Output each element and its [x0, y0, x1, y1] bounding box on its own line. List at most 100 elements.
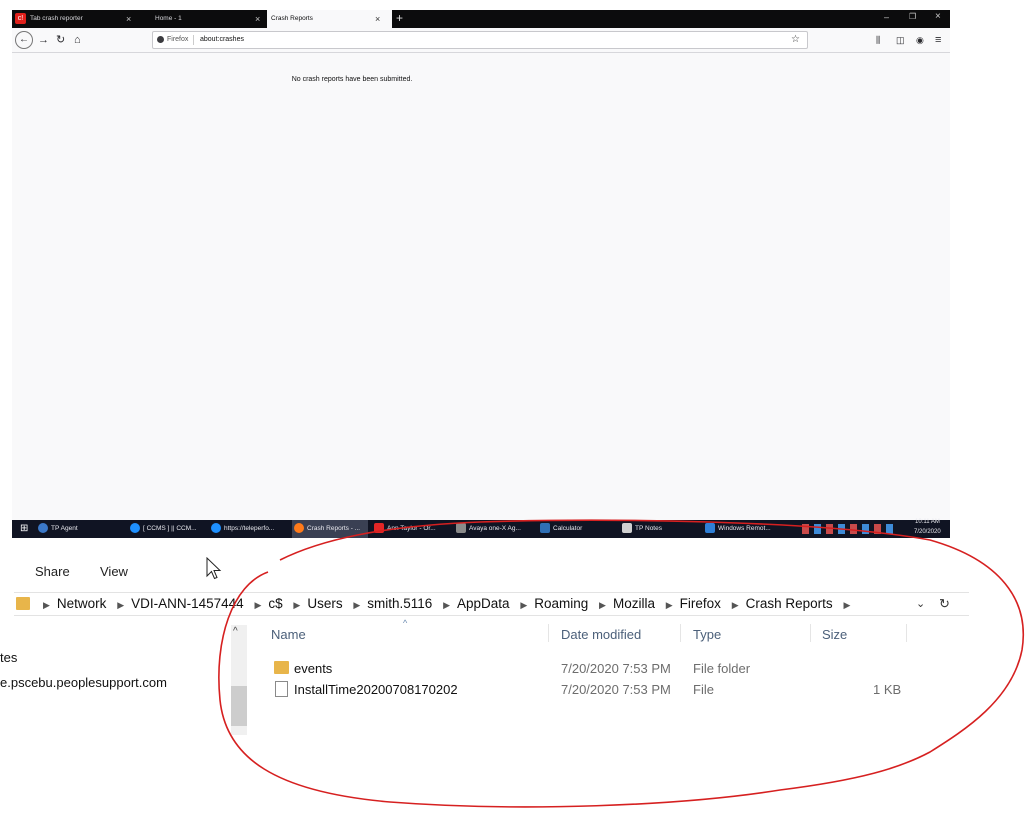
folder-icon — [274, 661, 289, 674]
tab-crash-reports[interactable]: Crash Reports × — [267, 10, 392, 28]
back-button[interactable]: ← — [15, 31, 33, 49]
taskbar-label: TP Notes — [635, 525, 662, 532]
column-header-size[interactable]: Size — [822, 627, 847, 642]
column-header-type[interactable]: Type — [693, 627, 721, 642]
tp-agent-icon — [38, 523, 48, 534]
chevron-right-icon: ▶ — [731, 600, 739, 610]
firefox-window: c! Tab crash reporter × Home - 1 × Crash… — [12, 10, 950, 520]
reload-button[interactable]: ↻ — [56, 32, 65, 48]
windows-taskbar: ⊞ TP Agent [ CCMS ] || CCM... https://te… — [12, 519, 950, 538]
library-icon[interactable]: ⫼ — [876, 32, 880, 48]
taskbar-item-calculator[interactable]: Calculator — [540, 520, 582, 538]
refresh-icon[interactable]: ↻ — [939, 593, 950, 615]
mouse-pointer-icon — [206, 557, 222, 580]
chevron-right-icon: ▶ — [665, 600, 673, 610]
nav-pane-item[interactable]: e.pscebu.peoplesupport.com — [0, 675, 167, 690]
url-text[interactable]: about:crashes — [200, 32, 244, 48]
account-icon[interactable]: ◉ — [916, 32, 924, 48]
chevron-right-icon: ▶ — [843, 600, 851, 610]
tab-label: Crash Reports — [271, 15, 313, 22]
sort-ascending-icon: ^ — [403, 618, 408, 628]
ie-icon — [130, 523, 140, 534]
ribbon-tab-share[interactable]: Share — [35, 564, 70, 579]
tab-strip: c! Tab crash reporter × Home - 1 × Crash… — [12, 10, 950, 28]
menu-icon[interactable]: ≡ — [935, 32, 941, 48]
sidebar-icon[interactable]: ◫ — [896, 32, 905, 48]
ie-icon — [211, 523, 221, 534]
chevron-right-icon: ▶ — [254, 600, 262, 610]
file-name[interactable]: events — [294, 661, 332, 676]
file-date: 7/20/2020 7:53 PM — [561, 682, 671, 697]
chevron-right-icon: ▶ — [443, 600, 451, 610]
no-crash-reports-message: No crash reports have been submitted. — [291, 76, 413, 83]
chevron-right-icon: ▶ — [599, 600, 606, 610]
tab-crash-reporter[interactable]: c! Tab crash reporter × — [12, 10, 145, 28]
chevron-right-icon: ▶ — [293, 600, 301, 610]
file-type: File folder — [693, 661, 751, 676]
scroll-up-icon[interactable]: ^ — [233, 626, 238, 637]
file-name[interactable]: InstallTime20200708170202 — [294, 682, 458, 697]
nav-pane-item[interactable]: tes — [0, 650, 17, 665]
breadcrumb-item[interactable]: AppData — [457, 596, 510, 611]
breadcrumb-item[interactable]: Users — [307, 596, 342, 611]
forward-button[interactable]: → — [38, 32, 49, 48]
taskbar-item-tp-agent[interactable]: TP Agent — [38, 520, 78, 538]
chevron-down-icon[interactable]: ⌄ — [916, 593, 925, 615]
restore-button[interactable]: ❐ — [909, 12, 916, 21]
calculator-icon — [540, 523, 550, 534]
folder-icon — [16, 597, 30, 610]
tab-home[interactable]: Home - 1 × — [145, 10, 267, 28]
file-size: 1 KB — [873, 682, 902, 697]
column-header-name[interactable]: Name — [271, 627, 306, 642]
tab-close-button[interactable]: × — [255, 10, 260, 28]
taskbar-item-ann-taylor[interactable]: Ann Taylor - Or... — [374, 520, 436, 538]
chevron-right-icon: ▶ — [117, 600, 125, 610]
taskbar-label: Windows Remot... — [718, 525, 771, 532]
new-tab-button[interactable]: + — [396, 10, 403, 26]
taskbar-item-windows-remote[interactable]: Windows Remot... — [705, 520, 771, 538]
start-button[interactable]: ⊞ — [20, 520, 28, 538]
chevron-right-icon: ▶ — [353, 600, 361, 610]
taskbar-label: https://teleperfo... — [224, 525, 275, 532]
breadcrumb-item[interactable]: Firefox — [680, 596, 721, 611]
chevron-right-icon: ▶ — [520, 600, 528, 610]
identity-label: Firefox — [167, 36, 189, 43]
url-bar[interactable]: Firefox about:crashes ☆ — [152, 31, 808, 49]
chevron-right-icon: ▶ — [43, 600, 50, 610]
file-date: 7/20/2020 7:53 PM — [561, 661, 671, 676]
tab-label: Home - 1 — [155, 15, 182, 22]
taskbar-item-avaya[interactable]: Avaya one-X Ag... — [456, 520, 521, 538]
bookmark-star-icon[interactable]: ☆ — [791, 32, 800, 48]
system-tray-icons[interactable] — [802, 524, 898, 534]
scrollbar-thumb[interactable] — [231, 686, 247, 726]
breadcrumb-item[interactable]: Roaming — [534, 596, 588, 611]
breadcrumb-item[interactable]: Mozilla — [613, 596, 655, 611]
taskbar-label: Avaya one-X Ag... — [469, 525, 521, 532]
taskbar-item-crash-reports[interactable]: Crash Reports - ... — [292, 520, 368, 538]
breadcrumb-item[interactable]: VDI-ANN-1457444 — [131, 596, 244, 611]
breadcrumb-item[interactable]: Crash Reports — [746, 596, 833, 611]
breadcrumb-item[interactable]: Network — [57, 596, 107, 611]
breadcrumb-item[interactable]: smith.5116 — [367, 596, 432, 611]
column-header-date-modified[interactable]: Date modified — [561, 627, 641, 642]
column-divider — [810, 624, 811, 642]
home-button[interactable]: ⌂ — [74, 32, 81, 48]
crash-reporter-icon: c! — [15, 13, 26, 24]
ribbon-tab-view[interactable]: View — [100, 564, 128, 579]
taskbar-item-ccms[interactable]: [ CCMS ] || CCM... — [130, 520, 197, 538]
taskbar-label: Calculator — [553, 525, 583, 532]
address-bar[interactable]: ▶ Network ▶ VDI-ANN-1457444 ▶ c$ ▶ Users ▶ sm… — [14, 592, 969, 616]
minimize-button[interactable]: – — [884, 12, 889, 22]
taskbar-item-teleperformance[interactable]: https://teleperfo... — [211, 520, 274, 538]
column-divider — [548, 624, 549, 642]
close-window-button[interactable]: × — [935, 11, 941, 22]
tab-close-button[interactable]: × — [126, 10, 131, 28]
file-icon — [275, 681, 288, 697]
tab-label: Tab crash reporter — [30, 15, 83, 22]
breadcrumb-item[interactable]: c$ — [268, 596, 282, 611]
notes-icon — [622, 523, 632, 534]
avaya-icon — [456, 523, 466, 534]
tab-close-button[interactable]: × — [375, 10, 380, 28]
taskbar-item-tp-notes[interactable]: TP Notes — [622, 520, 662, 538]
column-divider — [906, 624, 907, 642]
